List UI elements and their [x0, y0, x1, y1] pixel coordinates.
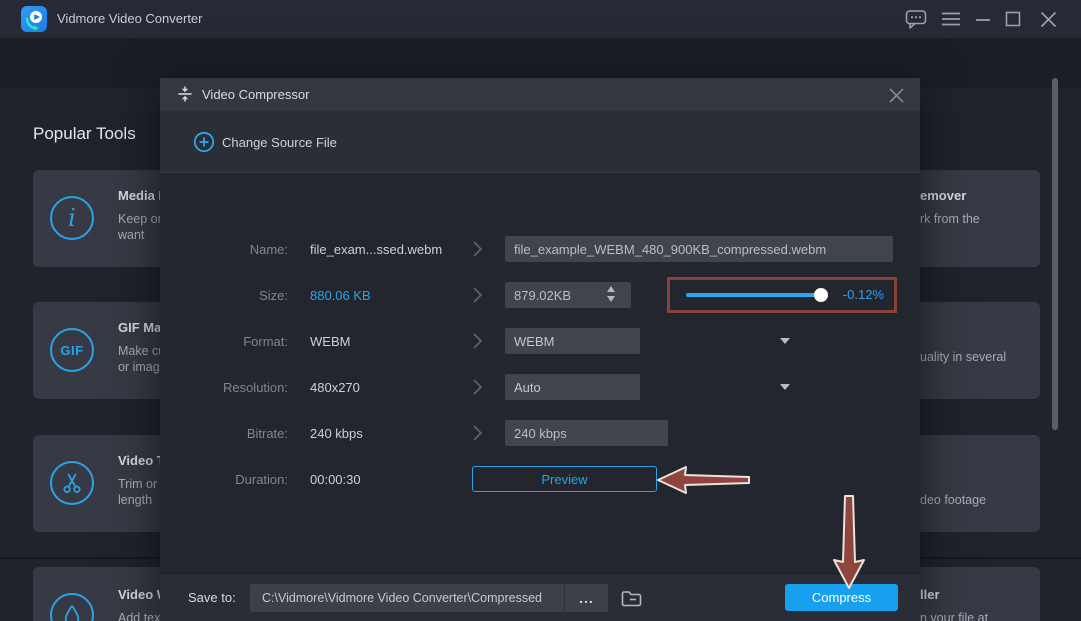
dialog-title: Video Compressor — [202, 87, 309, 102]
app-window: Vidmore Video Converter — [0, 0, 1081, 621]
dropdown-caret-icon — [780, 338, 790, 344]
size-row: Size: 880.06 KB 879.02KB -0.12% — [160, 282, 920, 308]
chevron-right-icon — [472, 332, 483, 355]
menu-icon[interactable] — [939, 7, 963, 31]
app-logo-icon — [21, 6, 47, 32]
name-source-value: file_exam...ssed.webm — [310, 242, 442, 257]
maximize-icon[interactable] — [1001, 7, 1025, 31]
open-folder-icon[interactable] — [614, 584, 648, 612]
preview-button[interactable]: Preview — [472, 466, 657, 492]
bitrate-input[interactable]: 240 kbps — [505, 420, 668, 446]
tool-card-desc: length — [118, 493, 152, 507]
format-row: Format: WEBM WEBM — [160, 328, 920, 354]
add-plus-icon[interactable] — [193, 131, 215, 153]
duration-row: Duration: 00:00:30 Preview — [160, 466, 920, 492]
tool-card-right-3[interactable]: deo footage — [900, 435, 1040, 532]
name-label: Name: — [160, 242, 288, 257]
chevron-right-icon — [472, 240, 483, 263]
tool-card-speed-controller[interactable]: ller n your file at — [900, 567, 1040, 621]
dialog-content: Name: file_exam...ssed.webm file_example… — [160, 173, 920, 573]
compress-button[interactable]: Compress — [785, 584, 898, 611]
tool-card-watermark-remover[interactable]: emover rk from the — [900, 170, 1040, 267]
chevron-right-icon — [472, 378, 483, 401]
dropdown-caret-icon — [780, 384, 790, 390]
dialog-footer: Save to: C:\Vidmore\Vidmore Video Conver… — [160, 573, 920, 621]
bitrate-row: Bitrate: 240 kbps 240 kbps — [160, 420, 920, 446]
tool-card-desc: rk from the — [920, 212, 980, 226]
change-source-file-button[interactable]: Change Source File — [222, 135, 337, 150]
resolution-dropdown-value: Auto — [514, 380, 541, 395]
tool-card-right-2[interactable]: uality in several — [900, 302, 1040, 399]
vertical-scrollbar[interactable] — [1052, 78, 1058, 430]
resolution-label: Resolution: — [160, 380, 288, 395]
tool-card-desc: uality in several — [920, 350, 1006, 364]
format-source-value: WEBM — [310, 334, 350, 349]
video-compressor-dialog: Video Compressor Change Source File — [160, 78, 920, 621]
name-row: Name: file_exam...ssed.webm file_example… — [160, 236, 920, 262]
chevron-right-icon — [472, 286, 483, 309]
bitrate-source-value: 240 kbps — [310, 426, 363, 441]
save-path-input[interactable]: C:\Vidmore\Vidmore Video Converter\Compr… — [250, 591, 564, 605]
dialog-header: Video Compressor — [160, 78, 920, 111]
title-bar: Vidmore Video Converter — [0, 0, 1081, 38]
resolution-row: Resolution: 480x270 Auto — [160, 374, 920, 400]
window-title: Vidmore Video Converter — [57, 11, 203, 26]
info-icon: i — [50, 196, 94, 240]
format-dropdown-value: WEBM — [514, 334, 554, 349]
tool-card-desc: want — [118, 228, 144, 242]
tool-card-title: emover — [920, 188, 966, 203]
resolution-dropdown[interactable]: Auto — [505, 374, 640, 400]
stepper-down-icon[interactable] — [607, 296, 615, 302]
name-input[interactable]: file_example_WEBM_480_900KB_compressed.w… — [505, 236, 893, 262]
tool-card-desc: n your file at — [920, 611, 988, 621]
popular-tools-heading: Popular Tools — [33, 124, 136, 144]
chevron-right-icon — [472, 424, 483, 447]
compressor-icon — [177, 86, 193, 107]
format-dropdown[interactable]: WEBM — [505, 328, 640, 354]
stepper-arrows[interactable] — [607, 286, 912, 302]
size-source-value: 880.06 KB — [310, 288, 371, 303]
format-label: Format: — [160, 334, 288, 349]
waterdrop-icon — [50, 593, 94, 621]
gif-icon: GIF — [50, 328, 94, 372]
resolution-source-value: 480x270 — [310, 380, 360, 395]
minimize-icon[interactable] — [971, 7, 995, 31]
tool-card-desc: Add text — [118, 611, 164, 621]
tool-card-desc: deo footage — [920, 493, 986, 507]
stepper-up-icon[interactable] — [607, 286, 615, 292]
scissors-icon — [50, 461, 94, 505]
dialog-close-icon[interactable] — [884, 83, 908, 107]
bitrate-label: Bitrate: — [160, 426, 288, 441]
tool-card-title: ller — [920, 587, 940, 602]
size-label: Size: — [160, 288, 288, 303]
feedback-icon[interactable] — [904, 7, 928, 31]
change-source-bar: Change Source File — [160, 111, 920, 173]
duration-source-value: 00:00:30 — [310, 472, 361, 487]
save-to-label: Save to: — [188, 590, 236, 605]
close-icon[interactable] — [1036, 7, 1060, 31]
duration-label: Duration: — [160, 472, 288, 487]
save-path-group: C:\Vidmore\Vidmore Video Converter\Compr… — [250, 584, 608, 612]
browse-more-button[interactable]: ... — [564, 584, 608, 612]
